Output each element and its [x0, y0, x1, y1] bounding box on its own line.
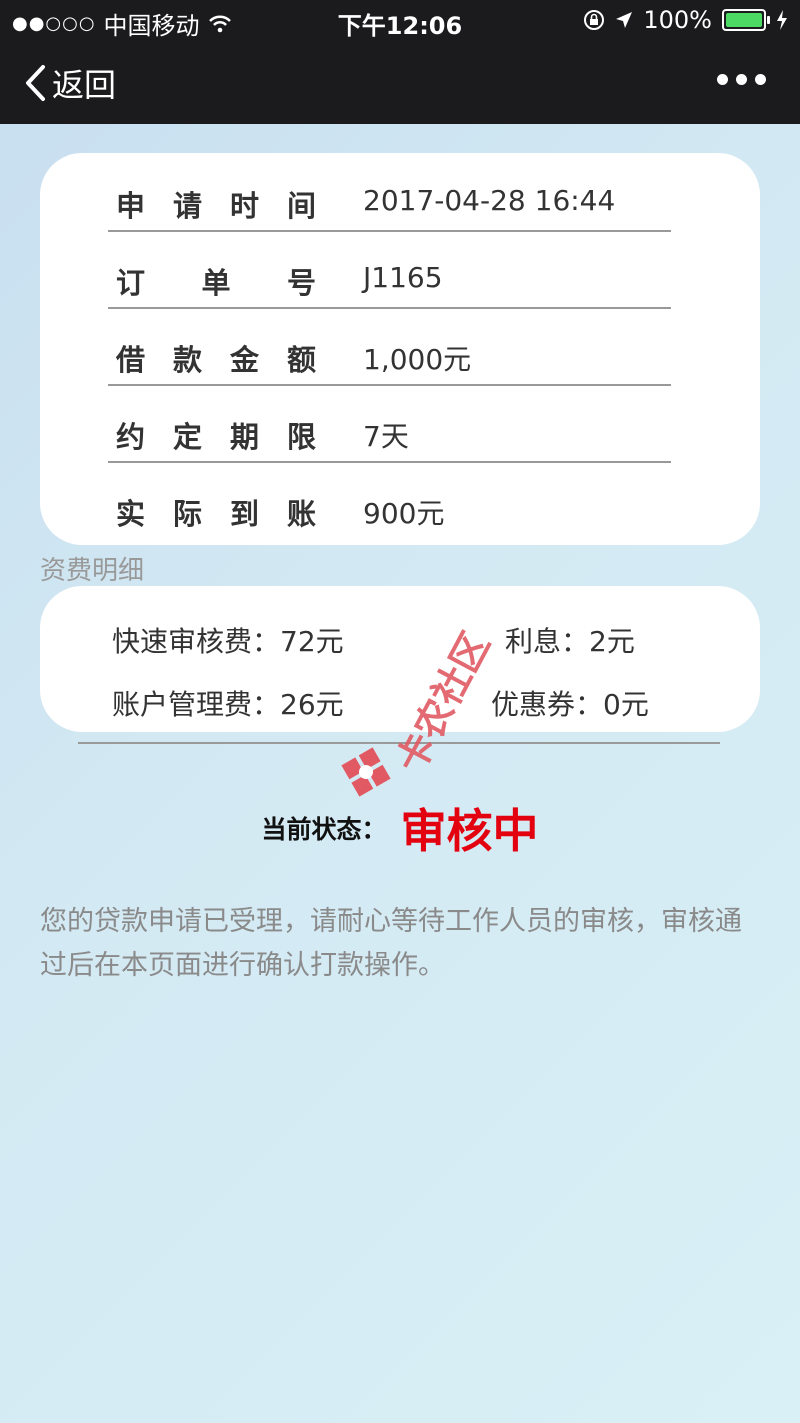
detail-label: 实际到账	[116, 497, 316, 531]
fee-interest: 利息：2元	[505, 625, 635, 658]
battery-icon	[722, 9, 770, 31]
fee-details-card: 快速审核费：72元 利息：2元 账户管理费：26元 优惠券：0元	[40, 586, 760, 732]
detail-row-actual-received: 实际到账 900元	[108, 461, 671, 538]
back-label: 返回	[52, 66, 117, 104]
current-status: 当前状态： 审核中	[0, 795, 800, 861]
rotation-lock-icon	[584, 10, 605, 30]
status-description: 您的贷款申请已受理，请耐心等待工作人员的审核，审核通过后在本页面进行确认打款操作…	[40, 906, 742, 981]
detail-value: 900元	[363, 497, 445, 530]
loan-details-card: 申请时间 2017-04-28 16:44 订单号 J1165 借款金额 1,0…	[40, 153, 760, 545]
detail-row-apply-time: 申请时间 2017-04-28 16:44	[108, 153, 671, 232]
more-dot-icon	[755, 74, 766, 85]
nav-bar: 返回	[0, 40, 800, 124]
detail-row-term: 约定期限 7天	[108, 384, 671, 463]
watermark-logo-icon	[341, 747, 391, 797]
detail-row-loan-amount: 借款金额 1,000元	[108, 307, 671, 386]
status-bar: ●●○○○ 中国移动 下午12:06 100%	[0, 0, 800, 40]
more-menu-button[interactable]	[717, 74, 766, 85]
detail-value: J1165	[363, 261, 443, 294]
battery-percent: 100%	[643, 6, 712, 34]
detail-value: 2017-04-28 16:44	[363, 184, 616, 217]
detail-label: 订单号	[116, 266, 316, 300]
detail-label: 约定期限	[116, 420, 316, 454]
back-button[interactable]: 返回	[24, 60, 116, 106]
chevron-left-icon	[26, 65, 45, 101]
detail-row-order-no: 订单号 J1165	[108, 230, 671, 309]
detail-label: 申请时间	[116, 189, 316, 223]
fee-quick-review: 快速审核费：72元	[112, 625, 344, 658]
more-dot-icon	[717, 74, 728, 85]
divider	[78, 742, 720, 744]
charging-bolt-icon	[777, 10, 787, 30]
status-value: 审核中	[400, 804, 539, 858]
location-arrow-icon	[616, 12, 633, 28]
detail-value: 1,000元	[363, 343, 472, 376]
fee-section-title: 资费明细	[40, 556, 145, 586]
detail-label: 借款金额	[116, 343, 316, 377]
more-dot-icon	[736, 74, 747, 85]
status-label: 当前状态：	[261, 815, 387, 844]
fee-account-management: 账户管理费：26元	[112, 688, 344, 721]
fee-coupon: 优惠券：0元	[491, 688, 649, 721]
detail-value: 7天	[363, 420, 409, 453]
